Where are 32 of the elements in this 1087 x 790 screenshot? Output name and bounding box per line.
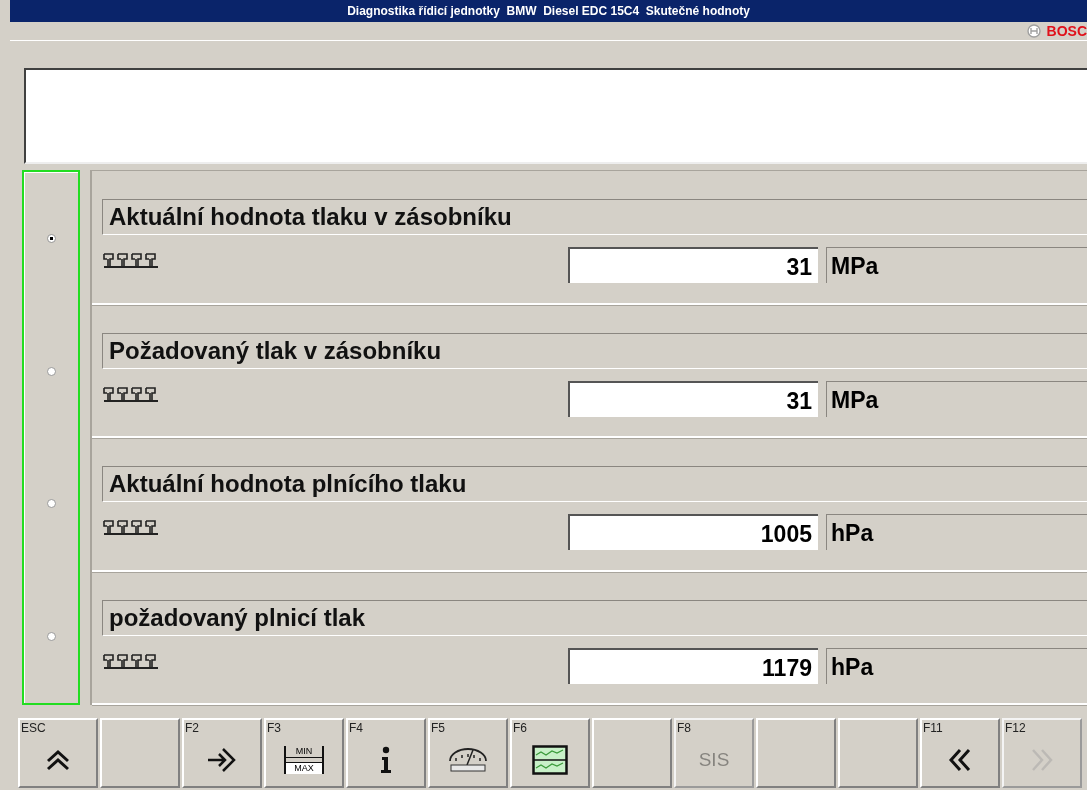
- graph-icon: [532, 745, 568, 775]
- parameter-label: Aktuální hodnota plnícího tlaku: [102, 466, 1087, 502]
- function-key[interactable]: F11: [920, 718, 1000, 788]
- double-right-chevron-icon: [1030, 747, 1054, 773]
- value-field: 1179: [568, 647, 818, 684]
- unit-label: MPa: [826, 247, 1087, 283]
- radio-button[interactable]: [46, 632, 56, 642]
- value-field: 31: [568, 247, 818, 283]
- value-field: 31: [568, 380, 818, 417]
- function-key[interactable]: F3 MIN MAX: [264, 718, 344, 788]
- function-key[interactable]: F2: [182, 718, 262, 788]
- parameter-label: Požadovaný tlak v zásobníku: [102, 332, 1087, 369]
- unit-label: hPa: [826, 647, 1087, 684]
- function-key[interactable]: F5: [428, 718, 508, 788]
- double-up-chevron-icon: [45, 749, 71, 771]
- info-icon: [380, 746, 392, 774]
- unit-label: MPa: [826, 380, 1087, 417]
- gauge-icon: [447, 747, 489, 773]
- radio-button[interactable]: [46, 366, 56, 376]
- parameter-label: požadovaný plnicí tlak: [102, 599, 1087, 636]
- value-field: 1005: [568, 514, 818, 550]
- brand-name: BOSC: [1046, 23, 1087, 39]
- window-title: Diagnostika řídicí jednotky BMW Diesel EDC 15C4 Skutečné hodnoty: [347, 4, 750, 18]
- parameter-label: Aktuální hodnota tlaku v zásobníku: [102, 199, 1087, 235]
- radio-button[interactable]: [46, 233, 56, 243]
- enter-icon: [206, 746, 238, 774]
- function-key[interactable]: ESC: [18, 718, 98, 788]
- function-key[interactable]: F4: [346, 718, 426, 788]
- function-key[interactable]: F6: [510, 718, 590, 788]
- double-left-chevron-icon: [948, 747, 972, 773]
- unit-label: hPa: [826, 514, 1087, 550]
- radio-button[interactable]: [46, 499, 56, 509]
